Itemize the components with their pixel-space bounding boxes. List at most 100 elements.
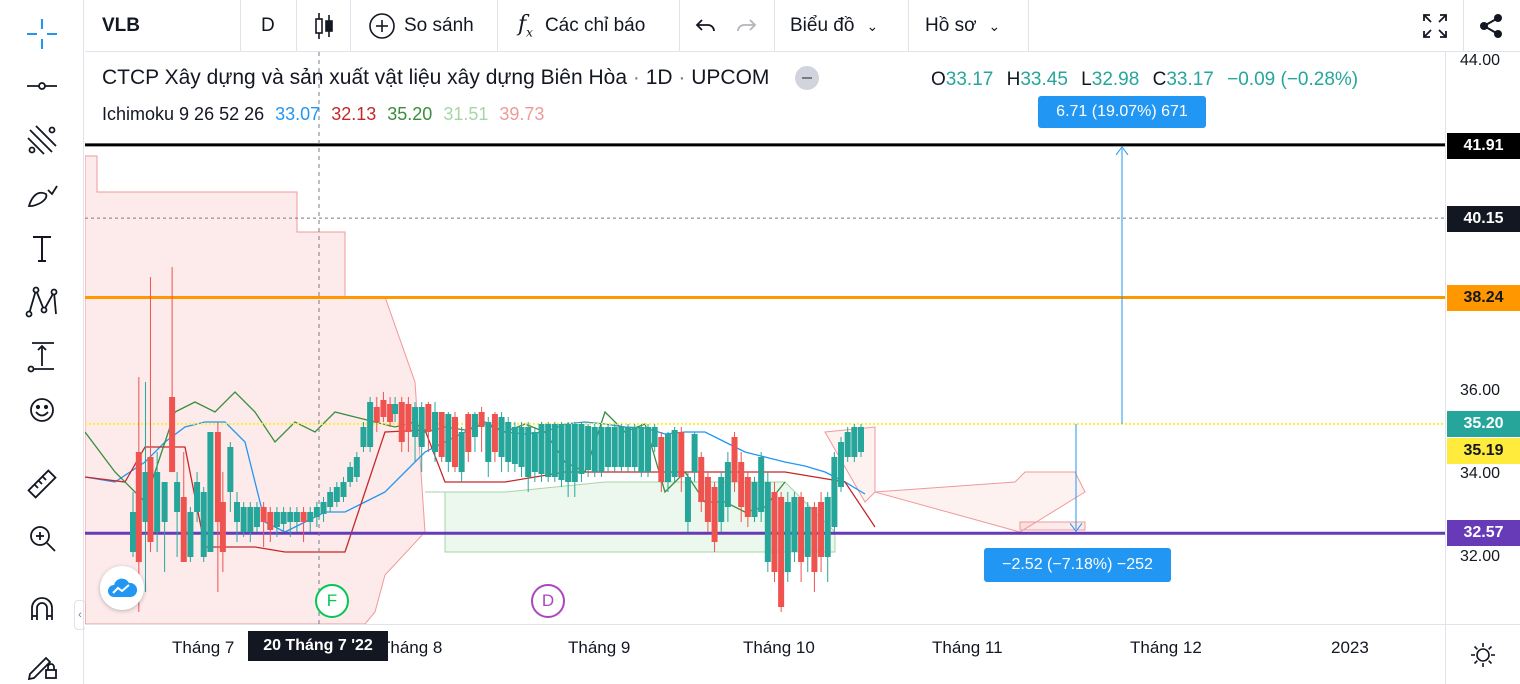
magnet-icon[interactable] — [18, 588, 66, 632]
close-label: C — [1152, 69, 1167, 90]
candle-body — [538, 424, 545, 474]
candle-body — [638, 427, 645, 472]
symbol-label: VLB — [102, 15, 140, 36]
candle-body — [625, 427, 632, 467]
indicators-label: Các chỉ báo — [544, 15, 646, 36]
candle-body — [505, 422, 512, 462]
chart-type-button[interactable]: Biểu đồ ⌄ — [790, 0, 878, 52]
dividend-marker[interactable]: D — [531, 584, 565, 618]
legend-interval: 1D — [645, 66, 673, 89]
redo-button[interactable] — [735, 0, 759, 52]
candle-body — [704, 477, 711, 522]
horizontal-line-icon[interactable] — [18, 64, 66, 108]
candle-body — [851, 427, 858, 457]
conversion-line-value: 33.07 — [275, 104, 321, 124]
interval-button[interactable]: D — [261, 0, 275, 52]
candle-body — [831, 457, 838, 527]
candle-body — [578, 424, 585, 474]
legend-title: CTCP Xây dựng và sản xuất vật liệu xây d… — [102, 66, 628, 89]
fullscreen-icon — [1423, 14, 1447, 38]
candle-body — [818, 502, 825, 557]
candle-body — [313, 507, 320, 517]
chevron-down-icon: ⌄ — [866, 17, 879, 34]
zoom-in-icon[interactable] — [18, 516, 66, 560]
candle-body — [525, 427, 532, 477]
indicator-params: 9 26 52 26 — [179, 104, 265, 124]
measure-down-label[interactable]: −2.52 (−7.18%) −252 — [984, 548, 1171, 582]
candle-body — [367, 402, 374, 447]
fib-tool-icon[interactable] — [18, 118, 66, 162]
candle-body — [373, 407, 380, 422]
lock-drawing-icon[interactable] — [18, 642, 66, 684]
ichimoku-legend[interactable]: Ichimoku 9 26 52 26 33.07 32.13 35.20 31… — [102, 104, 544, 125]
candle-body — [380, 400, 387, 417]
indicators-button[interactable]: fx Các chỉ báo — [518, 0, 645, 52]
candle-body — [200, 492, 207, 557]
candle-body — [658, 437, 665, 482]
time-tick: Tháng 7 — [172, 638, 235, 657]
candle-body — [605, 427, 612, 467]
legend-separator: · — [632, 66, 640, 89]
open-label: O — [931, 69, 946, 90]
financials-marker[interactable]: F — [315, 584, 349, 618]
candle-body — [247, 507, 254, 532]
candle-body — [565, 424, 572, 482]
crosshair-time-label: 20 Tháng 7 '22 — [248, 631, 388, 661]
fullscreen-button[interactable] — [1421, 0, 1449, 52]
pattern-icon[interactable] — [18, 280, 66, 324]
candle-body — [791, 497, 798, 552]
candle-body — [405, 404, 412, 432]
compare-button[interactable]: So sánh — [368, 0, 474, 52]
market-status-icon[interactable] — [795, 66, 820, 91]
sun-settings-icon — [1471, 642, 1495, 667]
price-tick: 34.00 — [1460, 465, 1501, 482]
time-tick: 2023 — [1331, 638, 1369, 657]
candle-body — [585, 426, 592, 470]
ruler-icon[interactable] — [18, 462, 66, 506]
candle-body — [591, 427, 598, 472]
price-tag-40-15: 40.15 — [1447, 206, 1520, 232]
candle-body — [804, 507, 811, 557]
candle-body — [187, 512, 194, 557]
candle-style-button[interactable] — [313, 0, 335, 52]
candle-body — [645, 427, 652, 472]
candle-body — [353, 457, 360, 477]
candle-body — [161, 482, 168, 522]
measure-range-icon[interactable] — [18, 334, 66, 378]
brush-icon[interactable] — [18, 172, 66, 216]
undo-button[interactable] — [693, 0, 717, 52]
legend-separator: · — [678, 66, 686, 89]
candle-body — [598, 427, 605, 472]
candle-body — [471, 414, 478, 437]
candle-body — [618, 427, 625, 467]
price-chart[interactable] — [85, 52, 1445, 624]
time-axis[interactable]: Tháng 7 Tháng 8 Tháng 9 Tháng 10 Tháng 1… — [85, 624, 1445, 684]
chart-pane[interactable] — [85, 52, 1445, 624]
lagging-span-value: 35.20 — [387, 104, 433, 124]
candle-body — [418, 407, 425, 447]
profile-button[interactable]: Hồ sơ ⌄ — [925, 0, 1000, 52]
share-button[interactable] — [1477, 0, 1505, 52]
candle-body — [267, 512, 274, 530]
crosshair-icon[interactable] — [18, 12, 66, 56]
candle-body — [458, 432, 465, 472]
symbol-search-button[interactable]: VLB — [102, 0, 140, 52]
profile-label: Hồ sơ — [925, 15, 977, 36]
settings-corner[interactable] — [1445, 624, 1520, 684]
candle-body — [738, 462, 745, 507]
candle-body — [253, 507, 260, 527]
top-toolbar: VLB D So sánh fx Các chỉ báo Biểu đồ ⌄ H… — [85, 0, 1520, 52]
candle-body — [219, 502, 226, 552]
time-tick: Tháng 12 — [1130, 638, 1202, 657]
smile-icon[interactable] — [18, 388, 66, 432]
measure-up-label[interactable]: 6.71 (19.07%) 671 — [1038, 96, 1206, 128]
candle-body — [451, 417, 458, 467]
candle-body — [478, 412, 485, 427]
text-tool-icon[interactable] — [18, 226, 66, 270]
candle-body — [287, 512, 294, 522]
price-axis[interactable]: 44.00 36.00 34.00 32.00 41.91 40.15 38.2… — [1445, 52, 1520, 624]
candle-body — [227, 447, 234, 492]
tradingview-logo[interactable] — [100, 566, 144, 610]
candle-body — [273, 512, 280, 527]
price-tag-38-24: 38.24 — [1447, 285, 1520, 311]
